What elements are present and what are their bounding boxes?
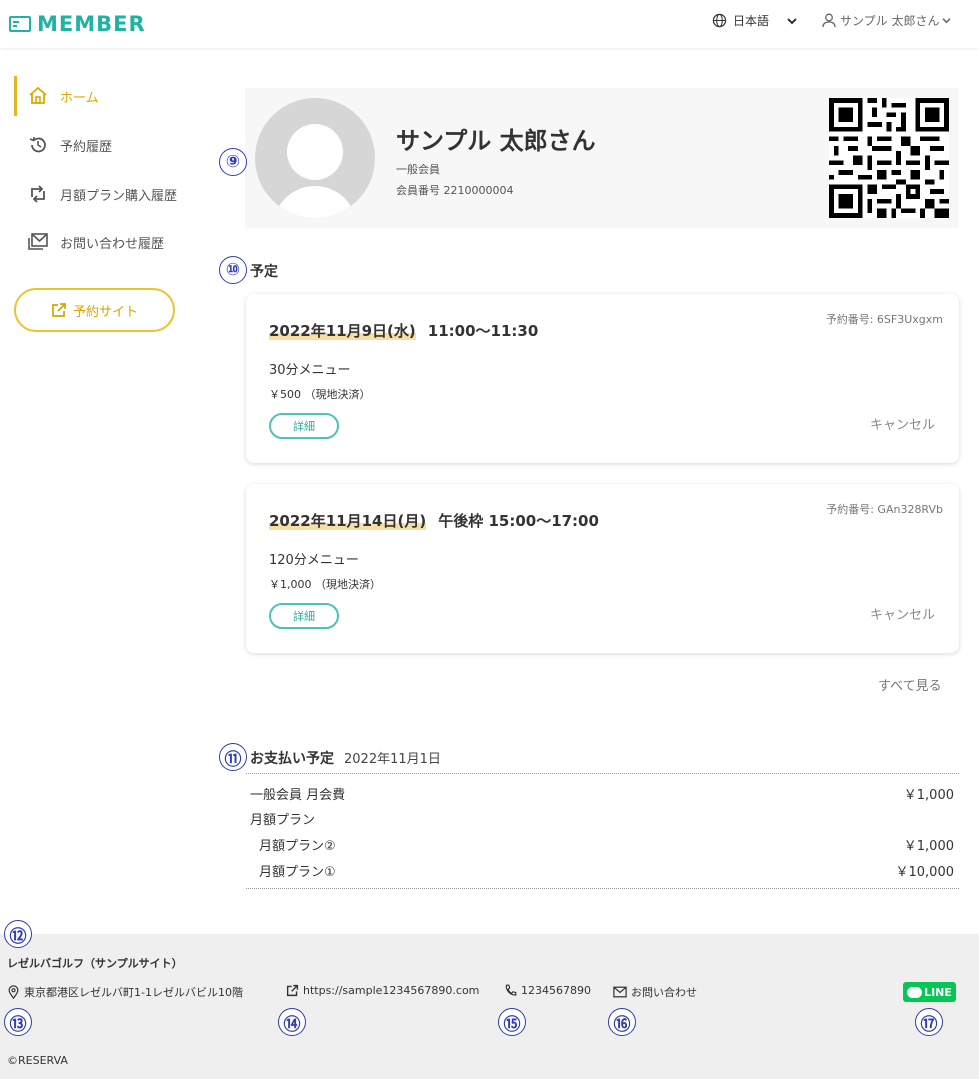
payment-date: 2022年11月1日 [344, 752, 441, 767]
chevron-down-icon [942, 18, 952, 24]
user-menu[interactable]: サンプル 太郎さん [822, 12, 952, 29]
sidebar-item-label: 月額プラン購入履歴 [60, 188, 178, 204]
logo-text: MEMBER [37, 12, 146, 36]
booking-price: ￥500 （現地決済） [269, 388, 371, 401]
payment-row: 月額プラン [250, 809, 954, 828]
cancel-button[interactable]: キャンセル [870, 604, 935, 623]
footer-phone[interactable]: 1234567890 [504, 984, 591, 997]
home-icon [26, 84, 50, 108]
booking-number: 予約番号: GAn328RVb [826, 503, 943, 516]
reserve-site-button[interactable]: 予約サイト [14, 288, 175, 332]
qr-code [829, 98, 949, 218]
logo[interactable]: MEMBER [9, 12, 146, 36]
see-all-link[interactable]: すべて見る [878, 675, 942, 694]
contact-link: お問い合わせ [631, 986, 697, 999]
avatar [255, 98, 375, 218]
annotation-marker: ⑬ [4, 1008, 32, 1036]
phone-icon [505, 984, 517, 996]
booking-datetime: 2022年11月14日(月) 午後枠 15:00～17:00 [269, 510, 599, 531]
member-card-icon [9, 16, 31, 32]
annotation-marker: ⑫ [4, 920, 32, 948]
payment-row: 月額プラン① ￥10,000 [250, 861, 954, 880]
payment-title-text: お支払い予定 [250, 751, 334, 767]
payment-title: お支払い予定 2022年11月1日 [250, 748, 441, 768]
sidebar-item-inquiry-history[interactable]: お問い合わせ履歴 [14, 222, 200, 262]
annotation-marker: ⑭ [278, 1008, 306, 1036]
history-icon [26, 133, 50, 157]
external-link-icon [52, 303, 66, 317]
detail-button[interactable]: 詳細 [269, 603, 339, 629]
annotation-marker: ⑨ [219, 148, 247, 176]
sidebar-item-history[interactable]: 予約履歴 [14, 125, 200, 165]
payment-label: 月額プラン [250, 813, 316, 828]
address-text: 東京都港区レゼルバ町1-1レゼルバビル10階 [24, 986, 243, 999]
booking-time: 11:00～11:30 [427, 322, 539, 340]
payment-label: 一般会員 月会費 [250, 788, 346, 803]
booking-card: 予約番号: GAn328RVb 2022年11月14日(月) 午後枠 15:00～… [246, 484, 959, 653]
booking-number: 予約番号: 6SF3Uxgxm [825, 313, 943, 326]
booking-price: ￥1,000 （現地決済） [269, 578, 381, 591]
website-link: https://sample1234567890.com [303, 984, 480, 997]
annotation-marker: ⑮ [498, 1008, 526, 1036]
profile-card: サンプル 太郎さん 一般会員 会員番号 2210000004 [245, 88, 959, 228]
repeat-icon [26, 182, 50, 206]
site-name: レゼルバゴルフ（サンプルサイト） [7, 957, 183, 970]
annotation-marker: ⑪ [219, 743, 247, 771]
map-pin-icon [8, 985, 19, 999]
top-header: MEMBER 日本語 サンプル 太郎さん [0, 0, 979, 48]
booking-date: 2022年11月14日(月) [269, 512, 427, 530]
booking-menu: 30分メニュー [269, 363, 351, 378]
divider [246, 773, 959, 774]
globe-icon [712, 13, 727, 28]
payment-amount: ￥1,000 [903, 788, 954, 803]
annotation-marker: ⑯ [608, 1008, 636, 1036]
booking-time: 午後枠 15:00～17:00 [438, 512, 599, 530]
booking-card: 予約番号: 6SF3Uxgxm 2022年11月9日(水) 11:00～11:30… [246, 294, 959, 463]
cancel-button[interactable]: キャンセル [870, 414, 935, 433]
footer-address: 東京都港区レゼルバ町1-1レゼルバビル10階 [7, 984, 243, 1000]
member-number: 会員番号 2210000004 [396, 184, 514, 197]
language-selector[interactable]: 日本語 [712, 12, 797, 29]
sidebar-item-label: 予約履歴 [60, 139, 113, 155]
language-label: 日本語 [733, 14, 770, 28]
profile-name: サンプル 太郎さん [396, 127, 596, 155]
user-name: サンプル 太郎さん [840, 14, 940, 28]
external-link-icon [286, 984, 299, 997]
booking-date: 2022年11月9日(水) [269, 322, 416, 340]
phone-number: 1234567890 [521, 984, 591, 997]
footer: レゼルバゴルフ（サンプルサイト） 東京都港区レゼルバ町1-1レゼルバビル10階 … [0, 934, 979, 1079]
footer-contact[interactable]: お問い合わせ [613, 984, 697, 1000]
line-logo-icon [907, 986, 923, 998]
payment-amount: ￥1,000 [903, 839, 954, 854]
payment-row: 月額プラン② ￥1,000 [250, 835, 954, 854]
user-icon [822, 13, 836, 28]
sidebar-item-plan-history[interactable]: 月額プラン購入履歴 [14, 174, 200, 214]
member-type: 一般会員 [396, 163, 440, 176]
payment-row: 一般会員 月会費 ￥1,000 [250, 784, 954, 803]
annotation-marker: ⑩ [219, 256, 247, 284]
mail-stack-icon [26, 230, 50, 254]
schedule-title: 予定 [250, 264, 278, 280]
annotation-marker: ⑰ [915, 1008, 943, 1036]
divider [246, 888, 959, 889]
line-label: LINE [924, 985, 952, 999]
booking-datetime: 2022年11月9日(水) 11:00～11:30 [269, 320, 538, 341]
chevron-down-icon [787, 17, 797, 24]
payment-label: 月額プラン① [259, 865, 336, 880]
sidebar-item-home[interactable]: ホーム [14, 76, 200, 116]
line-button[interactable]: LINE [903, 982, 956, 1002]
footer-website[interactable]: https://sample1234567890.com [286, 984, 479, 997]
reserve-site-label: 予約サイト [72, 304, 138, 320]
payment-amount: ￥10,000 [895, 865, 955, 880]
copyright: ©RESERVA [7, 1054, 68, 1067]
mail-icon [613, 986, 627, 998]
sidebar-item-label: お問い合わせ履歴 [60, 236, 165, 252]
booking-menu: 120分メニュー [269, 553, 359, 568]
detail-button[interactable]: 詳細 [269, 413, 339, 439]
payment-label: 月額プラン② [259, 839, 336, 854]
sidebar-item-label: ホーム [60, 90, 99, 106]
